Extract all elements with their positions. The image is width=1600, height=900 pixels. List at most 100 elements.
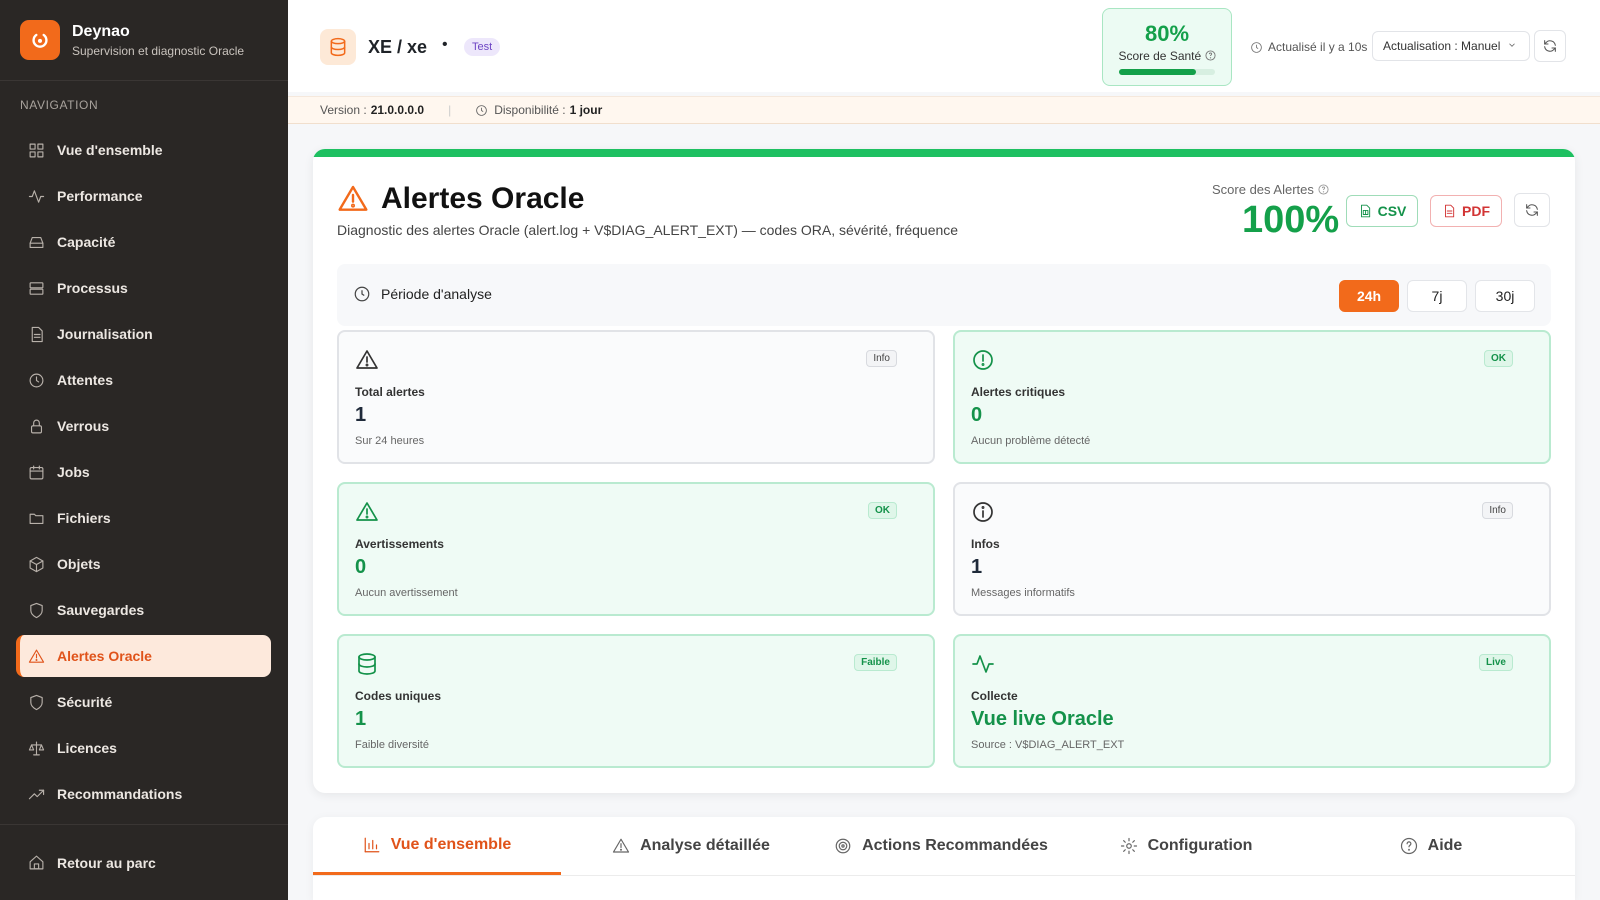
sidebar-item-label: Capacité (57, 234, 116, 250)
sidebar-item-label: Performance (57, 188, 143, 204)
database-title: XE / xe (368, 37, 428, 57)
file-text-icon (1445, 204, 1455, 218)
help-circle-icon (1400, 837, 1417, 855)
sidebar-item-capacity[interactable]: Capacité (16, 219, 271, 265)
nav-section-title: NAVIGATION (20, 98, 99, 112)
stat-value: 1 (971, 556, 983, 578)
sidebar-item-label: Sauvegardes (57, 602, 145, 618)
sidebar-item-label: Verrous (57, 418, 110, 434)
sidebar-item-files[interactable]: Fichiers (16, 495, 271, 541)
home-icon (29, 855, 44, 870)
grid-icon (29, 143, 44, 157)
scale-icon (28, 741, 45, 755)
help-icon[interactable] (1204, 50, 1216, 61)
stat-label: Alertes critiques (971, 385, 1066, 399)
export-csv-button[interactable]: CSV (1346, 195, 1418, 227)
stat-note: Sur 24 heures (355, 435, 425, 447)
file-spreadsheet-icon (1360, 204, 1370, 218)
warning-icon (28, 649, 45, 663)
period-7d-button[interactable]: 7j (1407, 280, 1467, 312)
sidebar-item-label: Processus (57, 280, 128, 296)
stat-value: 0 (355, 556, 367, 578)
stat-card-total-alerts: Info Total alertes 1 Sur 24 heures (337, 330, 935, 464)
stat-label: Collecte (971, 689, 1018, 703)
sidebar-item-locks[interactable]: Verrous (16, 403, 271, 449)
sidebar-item-label: Attentes (57, 372, 114, 388)
help-icon[interactable] (1317, 184, 1329, 195)
activity-icon (28, 189, 45, 203)
file-text-icon (31, 326, 43, 342)
refresh-button[interactable] (1534, 30, 1566, 62)
stat-card-collection: Live Collecte Vue live Oracle Source : V… (953, 634, 1551, 768)
sidebar-item-label: Objets (57, 556, 101, 572)
shield-icon (30, 694, 43, 710)
stat-label: Avertissements (355, 537, 444, 551)
database-icon (320, 29, 356, 65)
stat-value: 1 (355, 708, 367, 730)
sidebar-item-objects[interactable]: Objets (16, 541, 271, 587)
info-divider: | (448, 103, 452, 117)
health-score-label: Score de Santé (1103, 49, 1231, 63)
alert-circle-icon (973, 350, 993, 370)
sidebar-item-label: Jobs (57, 464, 90, 480)
clock-icon (354, 286, 370, 302)
sidebar-item-security[interactable]: Sécurité (16, 679, 271, 725)
sidebar-item-recommendations[interactable]: Recommandations (16, 771, 271, 817)
bar-chart-icon (364, 837, 380, 852)
last-updated: Actualisé il y a 10s (1250, 40, 1367, 54)
availability-label: Disponibilité : (494, 103, 566, 117)
sidebar-item-processes[interactable]: Processus (16, 265, 271, 311)
brand-name: Deynao (72, 22, 130, 40)
gear-icon (1120, 837, 1137, 855)
sidebar-item-label: Sécurité (57, 694, 113, 710)
content-tabs: Vue d'ensemble Analyse détaillée Actions… (313, 817, 1575, 900)
warning-icon (356, 350, 378, 369)
tab-recommended-actions[interactable]: Actions Recommandées (821, 817, 1061, 875)
refresh-icon (1544, 40, 1556, 52)
clock-icon (29, 373, 44, 387)
sidebar-item-overview[interactable]: Vue d'ensemble (16, 127, 271, 173)
analysis-period-bar: Période d'analyse 24h 7j 30j (337, 264, 1551, 326)
back-to-fleet-link[interactable]: Retour au parc (0, 824, 288, 900)
brand: Deynao Supervision et diagnostic Oracle (0, 0, 288, 81)
calendar-icon (29, 465, 44, 479)
export-pdf-button[interactable]: PDF (1430, 195, 1502, 227)
stat-card-unique-codes: Faible Codes uniques 1 Faible diversité (337, 634, 935, 768)
sidebar-item-performance[interactable]: Performance (16, 173, 271, 219)
sidebar-item-waits[interactable]: Attentes (16, 357, 271, 403)
database-icon (358, 653, 376, 675)
page-subtitle: Diagnostic des alertes Oracle (alert.log… (337, 222, 959, 238)
sidebar-item-logging[interactable]: Journalisation (16, 311, 271, 357)
brand-subtitle: Supervision et diagnostic Oracle (72, 43, 245, 58)
tab-help[interactable]: Aide (1311, 817, 1551, 875)
status-badge: Live (1478, 654, 1513, 671)
period-24h-button[interactable]: 24h (1339, 280, 1399, 312)
status-badge: Faible (854, 654, 897, 671)
clock-icon (1251, 41, 1262, 53)
sidebar-item-oracle-alerts[interactable]: Alertes Oracle (16, 635, 271, 677)
sidebar-item-backups[interactable]: Sauvegardes (16, 587, 271, 633)
sidebar-item-label: Journalisation (57, 326, 153, 342)
version-value: 21.0.0.0.0 (370, 103, 425, 117)
period-30d-button[interactable]: 30j (1475, 280, 1535, 312)
health-score-value: 80% (1144, 21, 1190, 46)
tab-configuration[interactable]: Configuration (1061, 817, 1311, 875)
sidebar-item-jobs[interactable]: Jobs (16, 449, 271, 495)
status-topline (313, 149, 1575, 157)
tab-detailed-analysis[interactable]: Analyse détaillée (561, 817, 821, 875)
stat-note: Aucun problème détecté (971, 435, 1091, 447)
reload-alerts-button[interactable] (1514, 193, 1550, 227)
sidebar: Deynao Supervision et diagnostic Oracle … (0, 0, 288, 900)
availability-value: 1 jour (569, 103, 603, 117)
hard-drive-icon (29, 236, 44, 248)
stat-label: Codes uniques (355, 689, 442, 703)
page-title: Alertes Oracle (381, 182, 585, 215)
stat-label: Infos (971, 537, 1000, 551)
health-progress-fill (1119, 69, 1196, 75)
refresh-mode-select[interactable]: Actualisation : Manuel (1372, 31, 1530, 61)
status-badge: OK (1484, 350, 1513, 367)
tab-overview[interactable]: Vue d'ensemble (313, 817, 561, 875)
sidebar-item-licenses[interactable]: Licences (16, 725, 271, 771)
warning-icon (612, 838, 630, 853)
sidebar-item-label: Vue d'ensemble (57, 142, 163, 158)
